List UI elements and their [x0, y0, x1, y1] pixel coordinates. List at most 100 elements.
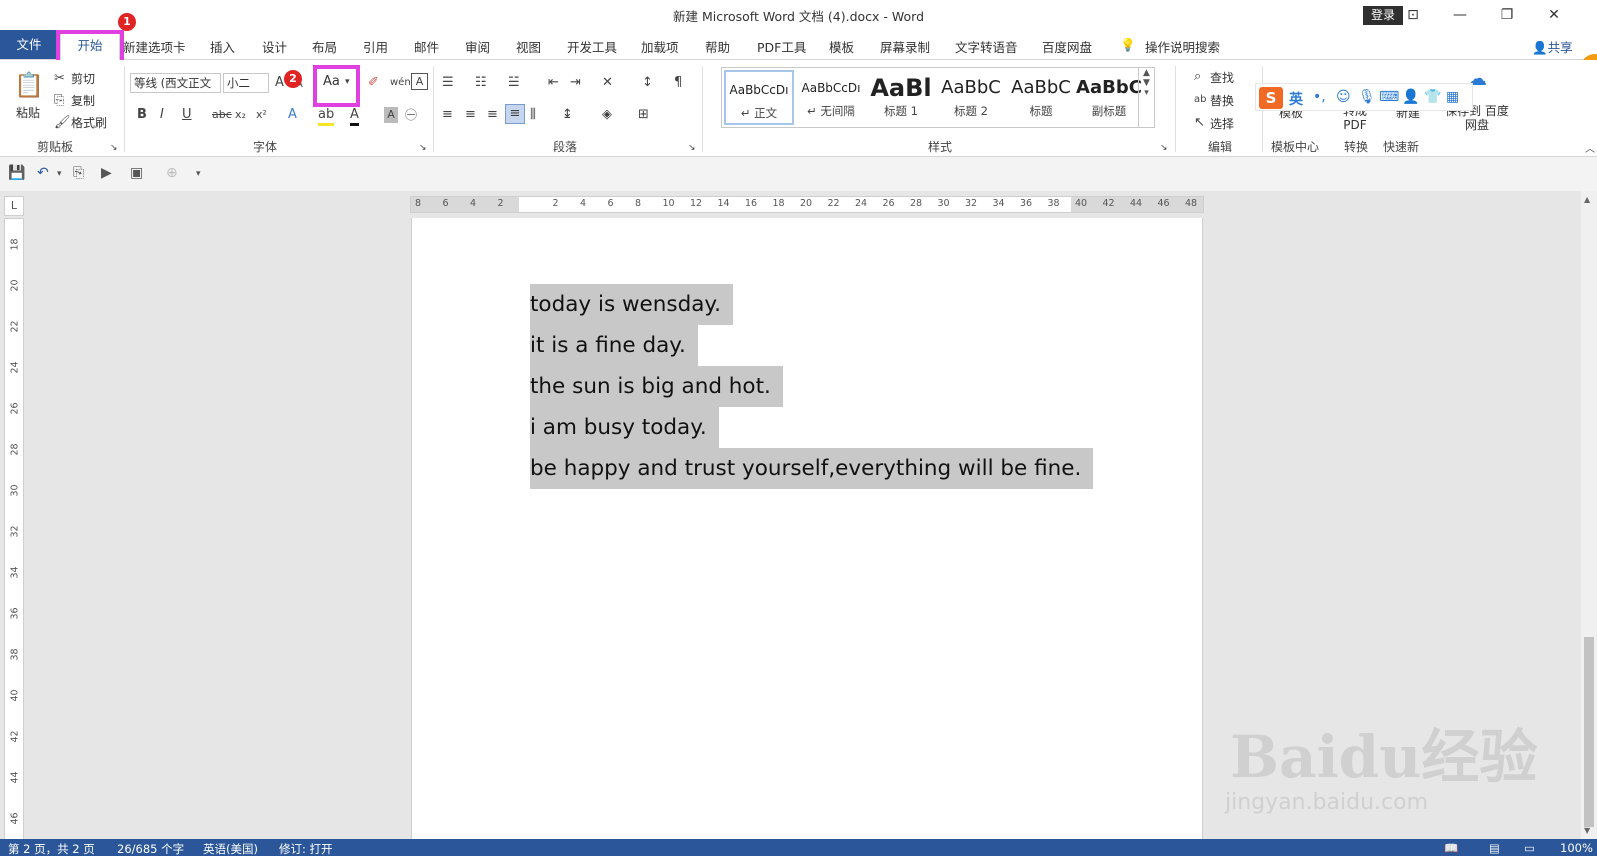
ribbon-display-options-icon[interactable]: ⊡	[1390, 0, 1436, 30]
copy-icon[interactable]: ⎘	[54, 93, 64, 109]
tab-addins[interactable]: 加载项	[641, 37, 679, 56]
grow-font-icon[interactable]: A	[275, 75, 284, 91]
punctuation-icon[interactable]: •,	[1313, 89, 1326, 105]
underline-icon[interactable]: U	[182, 107, 192, 123]
tab-layout[interactable]: 布局	[312, 37, 337, 56]
align-left-icon[interactable]: ≡	[442, 107, 453, 123]
vertical-ruler[interactable]: 18 20 22 24 26 28 30 32 34 36 38 40 42 44 46	[4, 218, 24, 840]
close-icon[interactable]: ✕	[1531, 0, 1577, 30]
select-icon[interactable]: ↖	[1194, 115, 1205, 131]
decrease-indent-icon[interactable]: ⇤	[548, 75, 559, 91]
superscript-icon[interactable]: x²	[256, 107, 267, 123]
tab-file[interactable]: 文件	[0, 30, 58, 59]
character-shading-icon[interactable]: A	[384, 107, 398, 123]
enclose-characters-icon[interactable]: ㊀	[405, 107, 417, 123]
undo-icon[interactable]: ↶	[37, 165, 49, 181]
dialog-launcher-icon[interactable]: ↘	[1160, 140, 1168, 156]
tab-insert[interactable]: 插入	[210, 37, 235, 56]
document-page[interactable]: today is wensday. it is a fine day. the …	[411, 218, 1203, 856]
phonetic-guide-icon[interactable]: wén	[390, 75, 411, 91]
distributed-icon[interactable]: ⫼	[530, 107, 536, 123]
word-count[interactable]: 26/685 个字	[117, 841, 184, 856]
tab-review[interactable]: 审阅	[465, 37, 490, 56]
paste-button[interactable]: 粘贴	[16, 104, 40, 121]
zoom-level[interactable]: 100%	[1560, 841, 1593, 855]
tab-help[interactable]: 帮助	[705, 37, 730, 56]
microphone-icon[interactable]: 🎙	[1358, 89, 1376, 105]
subscript-icon[interactable]: x₂	[235, 107, 246, 123]
document-line[interactable]: today is wensday.	[530, 284, 733, 325]
tab-mailings[interactable]: 邮件	[414, 37, 439, 56]
replace-button[interactable]: 替换	[1210, 92, 1234, 109]
copy-button[interactable]: 复制	[71, 92, 95, 109]
style-subtitle[interactable]: AaBbC 副标题	[1074, 70, 1144, 125]
document-line[interactable]: the sun is big and hot.	[530, 366, 783, 407]
new-doc-icon[interactable]: ⊕	[166, 165, 178, 181]
borders-icon[interactable]: ⊞	[638, 107, 649, 123]
align-right-icon[interactable]: ≡	[487, 107, 498, 123]
font-size-select[interactable]: 小二	[223, 73, 269, 93]
chinese-layout-icon[interactable]: ✕	[602, 75, 613, 91]
tab-references[interactable]: 引用	[363, 37, 388, 56]
replace-icon[interactable]: ab	[1194, 92, 1206, 108]
document-line[interactable]: be happy and trust yourself,everything w…	[530, 448, 1094, 489]
tell-me-search[interactable]: 操作说明搜索	[1145, 37, 1220, 56]
document-line[interactable]: i am busy today.	[530, 407, 719, 448]
layout-icon[interactable]: ▣	[130, 165, 143, 181]
style-no-spacing[interactable]: AaBbCcDı ↵ 无间隔	[796, 70, 866, 125]
increase-indent-icon[interactable]: ⇥	[570, 75, 581, 91]
tab-templates[interactable]: 模板	[829, 37, 854, 56]
customize-qat-icon[interactable]: ▾	[196, 169, 201, 179]
tab-baidu-netdisk[interactable]: 百度网盘	[1042, 37, 1092, 56]
sort-icon[interactable]: ↕	[642, 75, 653, 91]
paste-icon[interactable]: 📋	[14, 70, 44, 100]
text-effects-icon[interactable]: A	[288, 107, 297, 123]
ime-language-toggle[interactable]: 英	[1289, 89, 1303, 109]
font-color-icon[interactable]: A	[350, 107, 359, 126]
copy-format-icon[interactable]: ⎘	[73, 165, 84, 181]
cut-button[interactable]: 剪切	[71, 70, 95, 87]
toolbox-icon[interactable]: ▦	[1446, 89, 1459, 105]
scroll-up-icon[interactable]: ▲	[1584, 195, 1590, 204]
keyboard-icon[interactable]: ⌨	[1379, 89, 1399, 105]
font-name-select[interactable]: 等线 (西文正文	[130, 73, 221, 93]
clear-formatting-icon[interactable]: ✐	[368, 75, 379, 91]
character-border-icon[interactable]: A	[411, 73, 428, 90]
style-title[interactable]: AaBbC 标题	[1006, 70, 1076, 125]
multilevel-list-icon[interactable]: ☱	[508, 75, 520, 91]
select-button[interactable]: 选择	[1210, 115, 1234, 132]
format-painter-button[interactable]: 格式刷	[71, 114, 107, 131]
find-button[interactable]: 查找	[1210, 69, 1234, 86]
tab-screen-record[interactable]: 屏幕录制	[880, 37, 930, 56]
strikethrough-icon[interactable]: abc	[212, 107, 232, 123]
share-button[interactable]: 👤共享	[1532, 37, 1573, 56]
highlight-color-icon[interactable]: ab	[318, 107, 335, 126]
dialog-launcher-icon[interactable]: ↘	[419, 140, 427, 156]
web-layout-icon[interactable]: ▭	[1524, 841, 1535, 855]
minimize-icon[interactable]: —	[1437, 0, 1483, 30]
find-icon[interactable]: ⌕	[1194, 69, 1201, 85]
tab-selector[interactable]: L	[4, 196, 24, 216]
dialog-launcher-icon[interactable]: ↘	[110, 140, 118, 156]
chevron-down-icon[interactable]: ▾	[57, 169, 62, 179]
bullets-icon[interactable]: ☰	[442, 75, 454, 91]
document-line[interactable]: it is a fine day.	[530, 325, 698, 366]
user-icon[interactable]: 👤	[1402, 89, 1419, 105]
sogou-logo-icon[interactable]: S	[1259, 87, 1283, 109]
save-icon[interactable]: 💾	[8, 165, 25, 181]
tab-pdf-tools[interactable]: PDF工具	[757, 37, 806, 56]
print-layout-icon[interactable]: ▤	[1489, 841, 1500, 855]
tab-developer[interactable]: 开发工具	[567, 37, 617, 56]
numbering-icon[interactable]: ☷	[475, 75, 487, 91]
horizontal-ruler[interactable]: 8 6 4 2 2 4 6 8 10 12 14 16 18 20 22 24 26 28 30 32 34 36 38 40…	[410, 196, 1204, 213]
shading-icon[interactable]: ◈	[602, 107, 612, 123]
gallery-scroll[interactable]: ▲ ▼ ▾	[1138, 68, 1154, 127]
tab-text-to-speech[interactable]: 文字转语音	[955, 37, 1018, 56]
vertical-scrollbar[interactable]: ▲ ▼	[1581, 191, 1597, 839]
line-spacing-icon[interactable]: ↨	[562, 107, 573, 123]
style-heading-1[interactable]: AaBl 标题 1	[866, 70, 936, 125]
tab-view[interactable]: 视图	[516, 37, 541, 56]
screen-record-icon[interactable]: ▶	[101, 165, 112, 181]
show-marks-icon[interactable]: ¶	[674, 75, 682, 91]
restore-icon[interactable]: ❐	[1484, 0, 1530, 30]
